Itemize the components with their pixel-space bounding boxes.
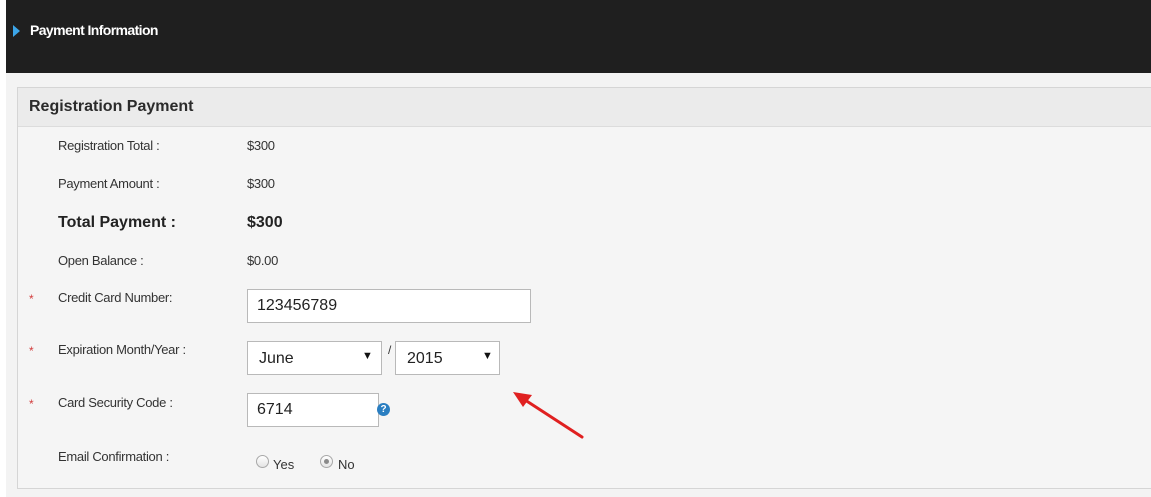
- required-marker: *: [29, 397, 34, 411]
- expiration-year-value: 2015: [407, 350, 443, 367]
- section-header: Registration Payment: [18, 88, 1151, 127]
- email-no-radio[interactable]: [320, 455, 333, 468]
- expiration-year-select[interactable]: 2015 ▼: [395, 341, 500, 375]
- expiration-month-select[interactable]: June ▼: [247, 341, 382, 375]
- section-title: Registration Payment: [29, 98, 194, 115]
- expand-triangle-icon[interactable]: [13, 25, 20, 37]
- credit-card-number-label: Credit Card Number:: [58, 290, 173, 305]
- dropdown-arrow-icon: ▼: [362, 350, 373, 362]
- payment-amount-value: $300: [247, 176, 275, 191]
- header-title: Payment Information: [30, 22, 158, 38]
- email-no-label[interactable]: No: [338, 457, 355, 472]
- email-confirmation-label: Email Confirmation :: [58, 449, 170, 464]
- expiration-month-value: June: [259, 350, 294, 367]
- required-marker: *: [29, 292, 34, 306]
- card-security-code-input[interactable]: [247, 393, 379, 427]
- registration-total-value: $300: [247, 138, 275, 153]
- registration-total-label: Registration Total :: [58, 138, 160, 153]
- annotation-arrow-icon: [513, 392, 584, 439]
- annotation-arrow-shaft: [520, 396, 584, 439]
- card-security-code-label: Card Security Code :: [58, 395, 173, 410]
- payment-information-header[interactable]: Payment Information: [6, 0, 1151, 73]
- required-marker: *: [29, 344, 34, 358]
- expiration-separator: /: [388, 343, 392, 357]
- dropdown-arrow-icon: ▼: [482, 350, 493, 362]
- open-balance-label: Open Balance :: [58, 253, 144, 268]
- email-yes-label[interactable]: Yes: [273, 457, 294, 472]
- open-balance-value: $0.00: [247, 253, 279, 268]
- credit-card-number-input[interactable]: [247, 289, 531, 323]
- help-icon[interactable]: ?: [377, 403, 390, 416]
- total-payment-value: $300: [247, 214, 283, 231]
- payment-amount-label: Payment Amount :: [58, 176, 160, 191]
- email-yes-radio[interactable]: [256, 455, 269, 468]
- total-payment-label: Total Payment :: [58, 214, 176, 231]
- expiration-label: Expiration Month/Year :: [58, 342, 186, 357]
- annotation-arrow-head: [513, 392, 532, 407]
